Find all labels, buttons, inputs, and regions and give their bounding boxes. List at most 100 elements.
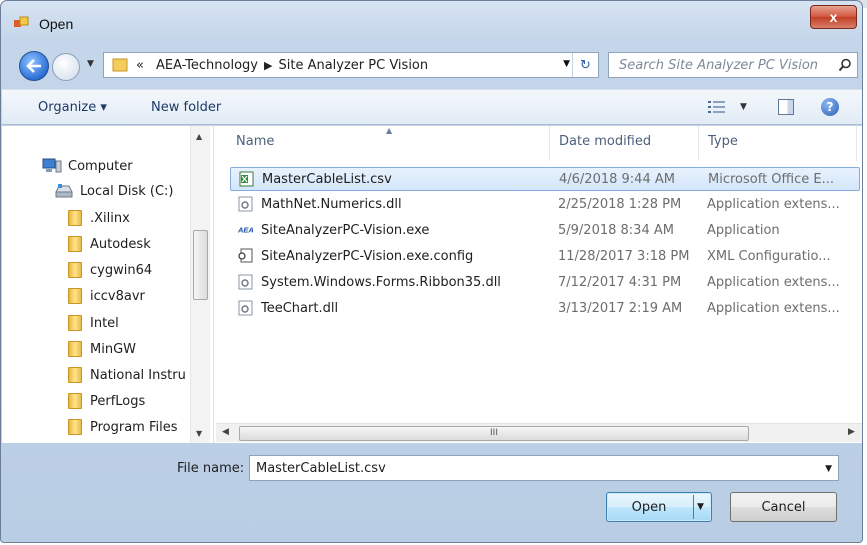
back-button[interactable] — [19, 51, 49, 81]
recent-locations-dropdown[interactable]: ▼ — [87, 59, 99, 71]
app-icon — [14, 16, 29, 27]
sidebar-item-label: iccv8avr — [90, 288, 145, 304]
file-name-dropdown-icon[interactable]: ▼ — [825, 464, 832, 474]
cancel-button[interactable]: Cancel — [730, 492, 837, 522]
sidebar-item-label: Autodesk — [90, 236, 151, 252]
breadcrumb-site-analyzer[interactable]: Site Analyzer PC Vision — [278, 58, 428, 73]
file-name: System.Windows.Forms.Ribbon35.dll — [261, 275, 501, 290]
sidebar-item-autodesk[interactable]: Autodesk — [68, 236, 151, 252]
sidebar-scrollbar[interactable]: ▲ ▼ — [190, 126, 210, 443]
help-icon[interactable]: ? — [821, 98, 839, 116]
title-bar: Open x — [1, 1, 862, 49]
sidebar-item-perflogs[interactable]: PerfLogs — [68, 393, 145, 409]
address-bar[interactable]: « AEA-Technology ▶ Site Analyzer PC Visi… — [103, 52, 599, 78]
file-row-mastercablelist[interactable]: MasterCableList.csv 4/6/2018 9:44 AM Mic… — [230, 167, 860, 191]
file-date: 11/28/2017 3:18 PM — [558, 249, 690, 264]
scroll-up-icon[interactable]: ▲ — [196, 132, 202, 141]
file-row-mathnet[interactable]: MathNet.Numerics.dll 2/25/2018 1:28 PM A… — [230, 193, 860, 217]
column-divider[interactable] — [856, 126, 857, 161]
organize-button[interactable]: Organize ▾ — [38, 100, 107, 115]
back-arrow-icon — [26, 59, 41, 73]
file-date: 2/25/2018 1:28 PM — [558, 197, 682, 212]
sidebar-item-label: MinGW — [90, 341, 136, 357]
open-button-label: Open — [631, 500, 667, 515]
view-dropdown-icon[interactable]: ▼ — [740, 102, 747, 112]
file-type: Microsoft Office E... — [708, 172, 834, 187]
file-row-ribbon35[interactable]: System.Windows.Forms.Ribbon35.dll 7/12/2… — [230, 271, 860, 295]
search-input[interactable]: Search Site Analyzer PC Vision — [609, 58, 833, 73]
dll-icon — [238, 300, 253, 316]
search-icon[interactable] — [833, 58, 857, 72]
sidebar-item-label: .Xilinx — [90, 210, 130, 226]
sidebar-item-intel[interactable]: Intel — [68, 315, 119, 331]
file-name-value[interactable]: MasterCableList.csv — [256, 461, 386, 476]
sidebar-item-label: Intel — [90, 315, 119, 331]
file-list: ▲ Name Date modified Type MasterCableLis… — [216, 126, 862, 443]
sidebar-item-cygwin64[interactable]: cygwin64 — [68, 262, 152, 278]
navigation-row: ▼ « AEA-Technology ▶ Site Analyzer PC Vi… — [1, 45, 862, 85]
excel-icon — [239, 171, 254, 187]
horizontal-scroll-thumb[interactable]: III — [239, 426, 749, 441]
sidebar-item-label: National Instru — [90, 367, 186, 383]
dll-icon — [238, 196, 253, 212]
file-date: 4/6/2018 9:44 AM — [559, 172, 675, 187]
folder-icon — [68, 288, 82, 304]
new-folder-button[interactable]: New folder — [151, 100, 221, 115]
sidebar-item-xilinx[interactable]: .Xilinx — [68, 210, 130, 226]
column-header-type[interactable]: Type — [708, 134, 738, 149]
file-date: 5/9/2018 8:34 AM — [558, 223, 674, 238]
content-area: Computer Local Disk (C:) .Xilinx Autodes… — [2, 126, 862, 443]
sidebar-scroll-thumb[interactable] — [193, 230, 208, 300]
sidebar-item-label: Computer — [68, 158, 133, 174]
close-icon: x — [829, 9, 838, 25]
window-title: Open — [39, 16, 74, 32]
sidebar-item-computer[interactable]: Computer — [42, 158, 133, 174]
sidebar-item-label: cygwin64 — [90, 262, 153, 278]
column-header-name[interactable]: Name — [236, 134, 274, 149]
folder-icon — [112, 58, 128, 72]
column-divider[interactable] — [698, 126, 699, 161]
address-dropdown-icon[interactable]: ▼ — [563, 59, 570, 69]
view-options-icon[interactable] — [708, 100, 726, 114]
breadcrumb-overflow[interactable]: « — [136, 58, 144, 73]
file-type: Application extens... — [707, 301, 840, 316]
sidebar-item-program-files[interactable]: Program Files — [68, 419, 178, 435]
breadcrumb-aea-technology[interactable]: AEA-Technology — [156, 58, 258, 73]
refresh-icon[interactable]: ↻ — [572, 53, 598, 77]
folder-icon — [68, 236, 82, 252]
preview-pane-icon[interactable] — [778, 99, 794, 115]
open-button[interactable]: Open ▼ — [606, 492, 712, 522]
folder-icon — [68, 393, 82, 409]
scroll-right-icon[interactable]: ▶ — [848, 427, 855, 437]
file-name: MathNet.Numerics.dll — [261, 197, 402, 212]
sidebar-item-label: Local Disk (C:) — [80, 183, 174, 199]
file-name-field[interactable]: MasterCableList.csv ▼ — [249, 455, 839, 481]
computer-icon — [42, 158, 62, 173]
breadcrumb-arrow-icon[interactable]: ▶ — [264, 59, 272, 72]
column-header-date-modified[interactable]: Date modified — [559, 134, 651, 149]
file-type: XML Configuratio... — [707, 249, 831, 264]
folder-icon — [68, 367, 82, 383]
file-list-horizontal-scrollbar[interactable]: ◀ III ▶ — [216, 423, 862, 442]
folder-icon — [68, 210, 82, 226]
aea-app-icon: AEA — [238, 226, 253, 235]
sidebar-item-mingw[interactable]: MinGW — [68, 341, 136, 357]
file-row-siteanalyzer-config[interactable]: SiteAnalyzerPC-Vision.exe.config 11/28/2… — [230, 245, 860, 269]
file-name: SiteAnalyzerPC-Vision.exe.config — [261, 249, 474, 264]
search-box[interactable]: Search Site Analyzer PC Vision — [608, 52, 858, 78]
forward-button[interactable] — [52, 53, 80, 81]
sidebar-item-label: Program Files — [90, 419, 178, 435]
close-button[interactable]: x — [810, 5, 857, 29]
open-options-dropdown-icon[interactable]: ▼ — [697, 502, 704, 512]
scroll-down-icon[interactable]: ▼ — [196, 429, 202, 438]
sidebar-item-local-disk[interactable]: Local Disk (C:) — [54, 183, 173, 199]
navigation-pane: Computer Local Disk (C:) .Xilinx Autodes… — [2, 126, 214, 443]
sidebar-item-national-instruments[interactable]: National Instru — [68, 367, 190, 383]
sidebar-item-iccv8avr[interactable]: iccv8avr — [68, 288, 145, 304]
file-row-teechart[interactable]: TeeChart.dll 3/13/2017 2:19 AM Applicati… — [230, 297, 860, 321]
column-divider[interactable] — [549, 126, 550, 161]
scroll-left-icon[interactable]: ◀ — [222, 427, 229, 437]
sort-ascending-icon: ▲ — [386, 126, 393, 135]
svg-text:AEA: AEA — [238, 226, 253, 235]
file-row-siteanalyzer-exe[interactable]: AEA SiteAnalyzerPC-Vision.exe 5/9/2018 8… — [230, 219, 860, 243]
